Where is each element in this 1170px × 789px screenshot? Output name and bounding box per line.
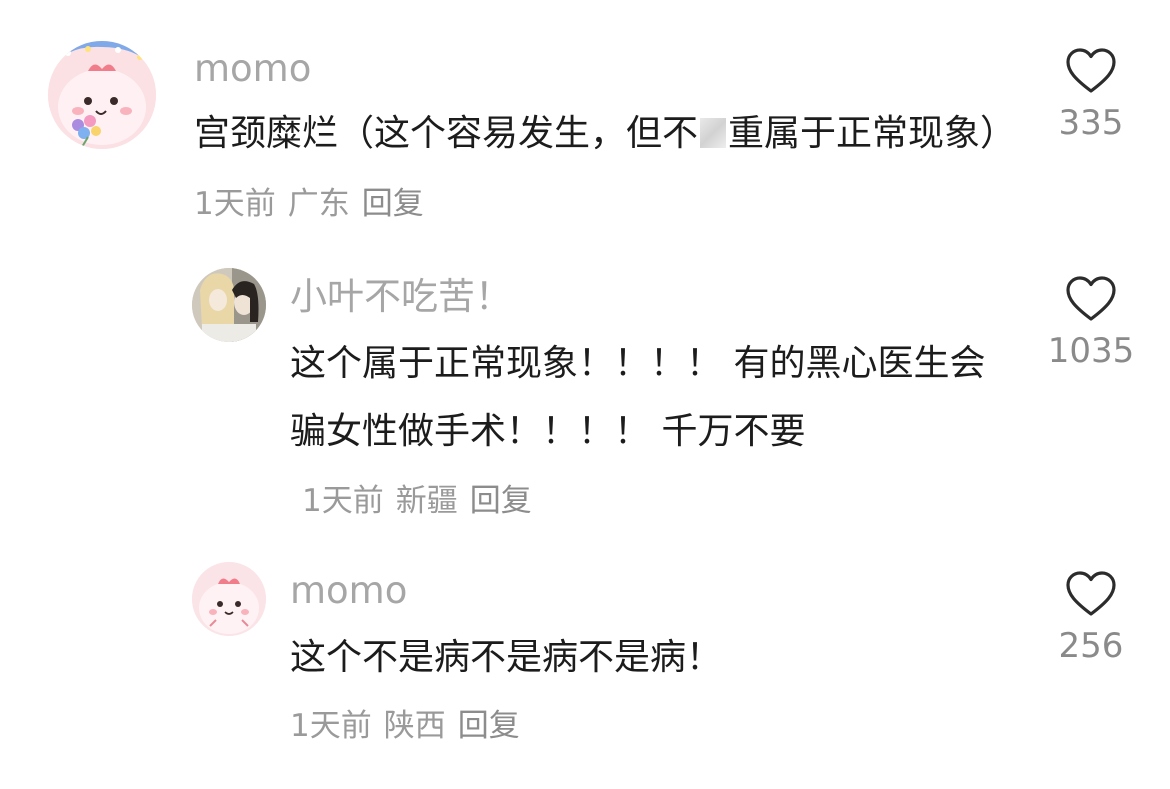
like-button[interactable]: 335	[1041, 47, 1141, 143]
comment-username[interactable]: 小叶不吃苦！	[290, 275, 512, 319]
like-button[interactable]: 1035	[1041, 275, 1141, 371]
reply-button[interactable]: 回复	[458, 708, 520, 744]
like-count: 1035	[1047, 331, 1135, 371]
censored-mosaic	[700, 118, 727, 148]
comment-1: momo 宫颈糜烂（这个容易发生，但不 重属于正常现象） 1天前 广东 回复 335	[0, 0, 1170, 240]
comment-username[interactable]: momo	[194, 47, 311, 91]
like-count: 256	[1058, 626, 1124, 666]
heart-outline-icon	[1066, 571, 1116, 616]
avatar-image	[192, 562, 266, 636]
comment-location: 新疆	[395, 483, 458, 519]
comment-location: 广东	[287, 186, 350, 222]
comment-time: 1天前	[194, 186, 276, 222]
comment-text-content: 这个属于正常现象！！！！ 有的黑心医生会骗女性做手术！！！！ 千万不要	[290, 343, 986, 452]
avatar[interactable]	[192, 562, 266, 636]
comment-location: 陕西	[383, 708, 446, 744]
avatar[interactable]	[48, 41, 156, 149]
comment-time: 1天前	[290, 708, 372, 744]
comment-text-part: 宫颈糜烂（这个容易发生，但不	[194, 113, 699, 154]
comment-text-content: 这个不是病不是病不是病！	[290, 637, 723, 678]
like-button[interactable]: 256	[1041, 570, 1141, 666]
comment-meta: 1天前 陕西 回复	[290, 692, 1000, 760]
avatar[interactable]	[192, 268, 266, 342]
heart-outline-icon	[1066, 276, 1116, 321]
avatar-image	[48, 41, 156, 149]
comment-username[interactable]: momo	[290, 569, 407, 613]
comment-text-part: 重属于正常现象）	[728, 113, 1017, 154]
comment-meta: 1天前 广东 回复	[194, 186, 436, 222]
reply-button[interactable]: 回复	[470, 483, 532, 519]
avatar-image	[192, 268, 266, 342]
like-count: 335	[1058, 103, 1124, 143]
comment-time: 1天前	[302, 483, 384, 519]
comment-meta: 1天前 新疆 回复	[302, 483, 544, 519]
comment-2: 小叶不吃苦！ 这个属于正常现象！！！！ 有的黑心医生会骗女性做手术！！！！ 千万…	[0, 240, 1170, 540]
comment-3: momo 这个不是病不是病不是病！ 1天前 陕西 回复 256	[0, 540, 1170, 789]
comment-text: 这个不是病不是病不是病！ 1天前 陕西 回复	[290, 624, 1000, 760]
comment-text: 这个属于正常现象！！！！ 有的黑心医生会骗女性做手术！！！！ 千万不要 1天前新…	[290, 330, 1000, 535]
comment-text: 宫颈糜烂（这个容易发生，但不 重属于正常现象） 1天前 广东 回复	[194, 100, 1024, 238]
heart-outline-icon	[1066, 48, 1116, 93]
reply-button[interactable]: 回复	[362, 186, 424, 222]
